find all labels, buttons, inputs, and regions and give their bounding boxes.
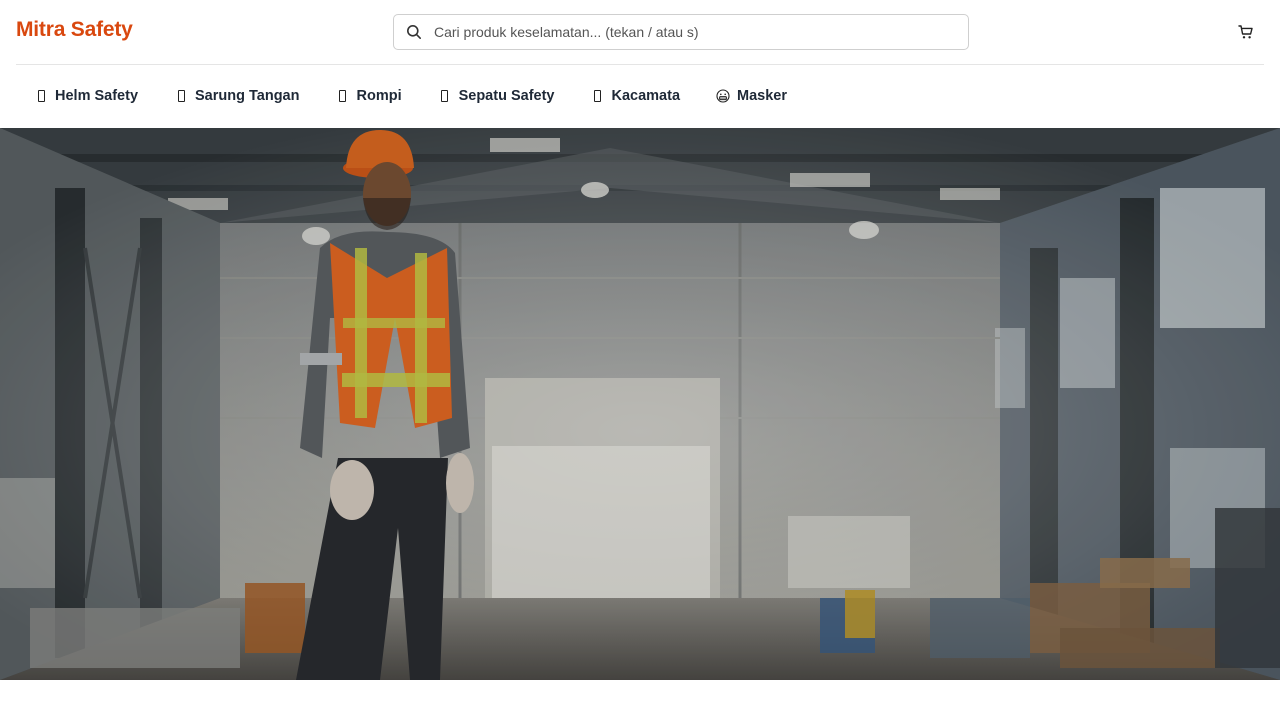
top-header: Mitra Safety [0,0,1280,64]
site-logo[interactable]: Mitra Safety [16,18,133,42]
hero-overlay [0,128,1280,680]
search-icon [394,15,434,49]
missing-glyph-icon [591,89,605,103]
missing-glyph-icon [438,89,452,103]
mask-face-icon [716,89,730,103]
category-sarung-tangan[interactable]: Sarung Tangan [156,76,317,116]
category-sepatu-safety[interactable]: Sepatu Safety [420,76,573,116]
category-label: Sarung Tangan [195,88,300,104]
cart-icon [1238,25,1253,39]
category-label: Masker [737,88,787,104]
category-label: Kacamata [611,88,681,104]
category-kacamata[interactable]: Kacamata [573,76,699,116]
cart-button[interactable] [1234,21,1258,43]
search-bar[interactable] [393,14,969,50]
missing-glyph-icon [174,89,188,103]
category-helm-safety[interactable]: Helm Safety [16,76,156,116]
hero-banner [0,128,1280,680]
missing-glyph-icon [34,89,48,103]
category-label: Sepatu Safety [458,88,555,104]
category-label: Helm Safety [55,88,139,104]
search-input[interactable] [434,24,954,40]
category-nav: Helm Safety Sarung Tangan Rompi Sepatu S… [16,65,805,127]
category-masker[interactable]: Masker [698,76,805,116]
missing-glyph-icon [335,89,349,103]
category-rompi[interactable]: Rompi [317,76,419,116]
category-label: Rompi [356,88,402,104]
